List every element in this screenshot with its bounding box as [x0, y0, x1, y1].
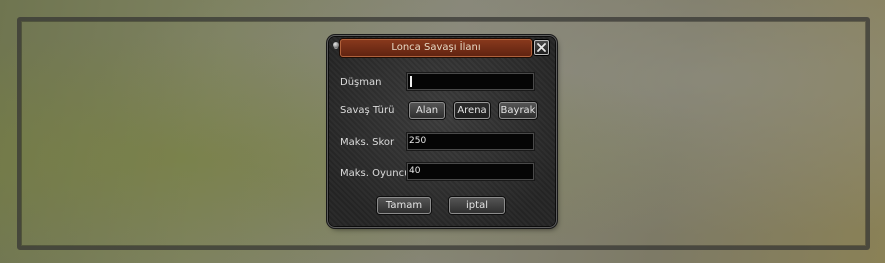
max-players-label: Maks. Oyuncu	[340, 168, 411, 179]
enemy-input[interactable]	[407, 73, 534, 90]
pin-icon	[333, 42, 339, 48]
text-caret	[410, 76, 412, 87]
war-type-bayrak-button[interactable]: Bayrak	[499, 102, 537, 119]
title-bar[interactable]: Lonca Savaşı İlanı	[340, 39, 532, 57]
max-players-input[interactable]: 40	[407, 163, 534, 180]
close-button[interactable]	[534, 40, 549, 55]
cancel-button[interactable]: iptal	[449, 197, 505, 214]
dialog-title: Lonca Savaşı İlanı	[391, 42, 481, 53]
war-type-arena-button[interactable]: Arena	[454, 102, 490, 119]
guild-war-dialog: Lonca Savaşı İlanı Düşman Savaş Türü Ala…	[329, 37, 555, 226]
max-score-label: Maks. Skor	[340, 137, 395, 148]
ok-button[interactable]: Tamam	[377, 197, 431, 214]
war-type-label: Savaş Türü	[340, 105, 395, 116]
war-type-alan-button[interactable]: Alan	[409, 102, 445, 119]
max-score-input[interactable]: 250	[407, 133, 534, 150]
close-icon	[537, 43, 546, 52]
enemy-label: Düşman	[340, 77, 382, 88]
